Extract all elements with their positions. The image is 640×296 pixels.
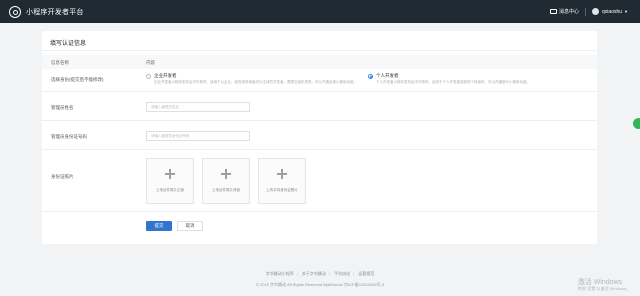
topbar-divider [585, 7, 587, 16]
floating-help-button[interactable] [633, 118, 640, 129]
admin-id-label: 管理员身份证号码 [51, 134, 87, 139]
footer-copyright: © 2019 字节跳动 All Rights Reserved ByteDanc… [255, 282, 385, 287]
plus-icon [221, 169, 231, 179]
admin-id-input[interactable]: 请输入管理员身份证号码 [146, 131, 250, 141]
radio-enterprise[interactable] [146, 74, 151, 79]
option-enterprise[interactable]: 企业开发者 企业开发者小程序发布后不可修改，适用于以企业、政府或其他组织为主体的… [146, 73, 364, 85]
row-divider [42, 211, 597, 212]
identity-label: 选择身份(提交后不能修改) [51, 77, 104, 82]
row-divider [42, 149, 597, 150]
header-info-name: 信息名称 [51, 59, 69, 65]
submit-button[interactable]: 提交 [146, 221, 172, 231]
top-right-menu: 消息中心 qxiaoshu ▼ [550, 0, 628, 23]
watermark-desc: 转到"设置"以激活 Windows。 [577, 286, 630, 291]
top-navigation-bar: 小程序开发者平台 消息中心 qxiaoshu ▼ [0, 0, 640, 23]
option-enterprise-title: 企业开发者 [154, 73, 177, 78]
title-divider [42, 50, 597, 51]
user-avatar[interactable] [592, 8, 600, 15]
radio-individual-selected[interactable] [368, 74, 373, 79]
message-icon[interactable] [550, 9, 557, 14]
row-divider [42, 91, 597, 92]
cancel-button[interactable]: 取消 [177, 221, 203, 231]
plus-icon [165, 169, 175, 179]
option-individual-title: 个人开发者 [376, 73, 399, 78]
footer-links: 字节跳动小程序 | 关于字节跳动 | 平台协议 | 运营规范 [265, 271, 375, 276]
messages-link[interactable]: 消息中心 [559, 8, 579, 15]
upload-id-handheld[interactable]: 上传手持身份证照片 [258, 158, 306, 204]
option-enterprise-desc: 企业开发者小程序发布后不可修改，适用于以企业、政府或其他组织为主体的开发者，需提… [154, 80, 357, 84]
admin-name-label: 管理员姓名 [51, 105, 74, 110]
upload-id-back[interactable]: 上传证件照片背面 [202, 158, 250, 204]
row-divider [42, 120, 597, 121]
page-title: 填写认证信息 [50, 41, 87, 47]
username[interactable]: qxiaoshu [602, 9, 622, 15]
table-header-row [42, 55, 597, 69]
upload-id-front[interactable]: 上传证件照片正面 [146, 158, 194, 204]
verification-form-card: 填写认证信息 信息名称 内容 选择身份(提交后不能修改) 企业开发者 企业开发者… [42, 31, 597, 244]
platform-logo-icon[interactable] [9, 5, 21, 18]
header-content: 内容 [146, 59, 155, 65]
plus-icon [277, 169, 287, 179]
app-title[interactable]: 小程序开发者平台 [26, 7, 84, 17]
footer-link[interactable]: 运营规范 [358, 271, 374, 276]
option-individual-desc: 个人开发者小程序发布后不可修改，适用于个人开发者或其他个体身份，可以开通部分小程… [376, 80, 530, 84]
option-individual[interactable]: 个人开发者 个人开发者小程序发布后不可修改，适用于个人开发者或其他个体身份，可以… [368, 73, 586, 85]
caret-down-icon[interactable]: ▼ [624, 9, 628, 14]
footer-link[interactable]: 关于字节跳动 [302, 271, 326, 276]
upload-id-front-label: 上传证件照片正面 [156, 188, 184, 192]
windows-activation-watermark: 激活 Windows 转到"设置"以激活 Windows。 [578, 279, 630, 292]
footer-link[interactable]: 字节跳动小程序 [266, 271, 294, 276]
upload-id-handheld-label: 上传手持身份证照片 [266, 188, 298, 192]
admin-name-input[interactable]: 请输入管理员姓名 [146, 102, 250, 112]
upload-id-back-label: 上传证件照片背面 [212, 188, 240, 192]
footer-link[interactable]: 平台协议 [334, 271, 350, 276]
id-photo-label: 身份证照片 [51, 174, 74, 179]
watermark-title: 激活 Windows [577, 279, 623, 286]
